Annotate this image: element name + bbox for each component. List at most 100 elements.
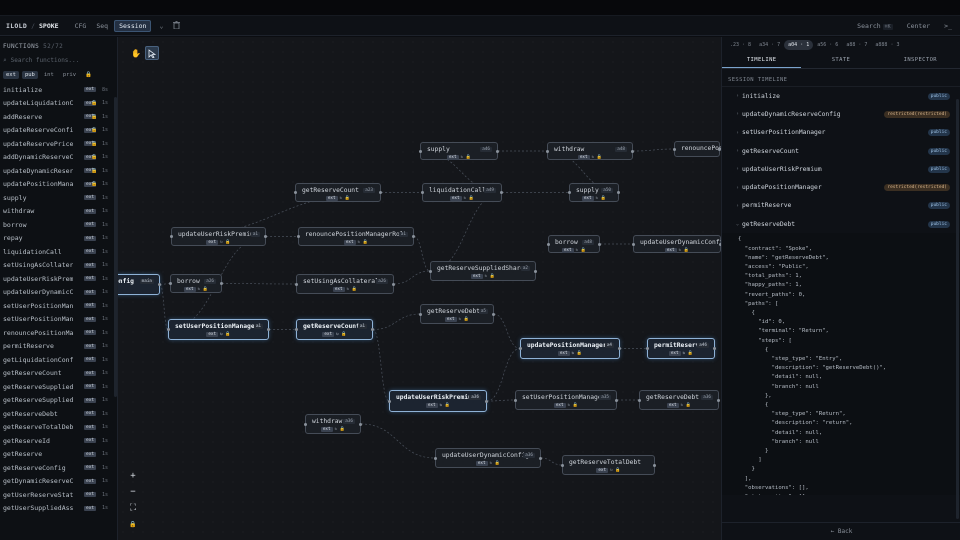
lock-filter-icon[interactable]: 🔒 [82, 71, 95, 79]
breadcrumb-project[interactable]: ILOLD [6, 22, 27, 30]
timeline-item[interactable]: › updateUserRiskPremium public [722, 160, 960, 178]
timeline-item[interactable]: ⌄ getReserveDebt public [722, 215, 960, 233]
function-item[interactable]: setUserPositionManager ext 1s [0, 299, 117, 313]
function-item[interactable]: updateDynamicReserv…ext🔒1s [0, 164, 117, 178]
graph-node[interactable]: updateUserDynamicConfig ext ↻ 🔒 [632, 235, 721, 253]
chevron-right-icon[interactable]: › [736, 111, 739, 117]
chevron-down-icon[interactable]: ⌄ [736, 221, 739, 227]
chevron-right-icon[interactable]: › [736, 185, 739, 191]
function-item[interactable]: setUserPositionManager… ext 1s [0, 313, 117, 327]
cfg-button[interactable]: CFG [71, 20, 91, 32]
function-item[interactable]: getReserveSuppliedShar… ext 1s [0, 394, 117, 408]
terminal-button[interactable]: >_ [944, 22, 952, 30]
function-item[interactable]: addDynamicReserveCo…ext🔒1s [0, 151, 117, 165]
filter-int[interactable]: int [41, 71, 57, 79]
panel-scrollbar[interactable] [956, 99, 959, 519]
session-button[interactable]: Session [114, 19, 152, 32]
call-graph-canvas[interactable]: ✋ + − ⛶ 🔒 supply a46 ext ↻ 🔒 withdraw a48 ext ↻… [118, 37, 721, 540]
timeline-item[interactable]: › getReserveCount public [722, 142, 960, 160]
graph-node[interactable]: borrow a26 ext ↻ 🔒 [169, 274, 223, 293]
timeline-item[interactable]: › updatePositionManager restricted(restric… [722, 178, 960, 196]
function-item[interactable]: getReserveSuppliedAsse… ext 1s [0, 380, 117, 394]
function-item[interactable]: updateReserveConfig ext 🔒 1s [0, 124, 117, 138]
function-item[interactable]: borrow ext 1s [0, 218, 117, 232]
filter-pub[interactable]: pub [21, 71, 38, 79]
function-item[interactable]: updateLiquidationCo…ext🔒1s [0, 97, 117, 111]
timeline-item[interactable]: › initialize public [722, 87, 960, 105]
function-item[interactable]: updatePositionManag…ext🔒1s [0, 178, 117, 192]
function-item[interactable]: permitReserve ext 1s [0, 340, 117, 354]
trash-icon[interactable] [173, 20, 181, 31]
session-tab[interactable]: .23 · 8 [726, 40, 755, 50]
filter-ext[interactable]: ext [3, 71, 19, 79]
graph-node[interactable]: liquidationCall a49 ext ↻ 🔒 [421, 183, 503, 202]
seq-button[interactable]: Seq [92, 20, 112, 32]
function-item[interactable]: getUserReserveStatus ext 1s [0, 488, 117, 502]
lock-view-icon[interactable]: 🔒 [126, 518, 140, 530]
graph-node[interactable]: updateUserRiskPremium a1 ext ↻ 🔒 [170, 227, 267, 246]
select-tool-icon[interactable] [145, 46, 159, 60]
session-tab[interactable]: a56 · 6 [813, 40, 842, 50]
breadcrumb-contract[interactable]: SPOKE [39, 22, 59, 30]
graph-node[interactable]: getReserveSuppliedShares a2 ext ↻ 🔒 [429, 261, 537, 281]
graph-node[interactable]: supply a46 ext ↻ 🔒 [419, 142, 499, 160]
chevron-right-icon[interactable]: › [736, 130, 739, 136]
graph-node[interactable]: getReserveCount a23 ext ↻ 🔒 [294, 183, 382, 202]
function-item[interactable]: updateUserRiskPremi… ext 1s [0, 272, 117, 286]
sidebar-scrollbar[interactable] [114, 97, 117, 397]
graph-node[interactable]: getReserveDebt a5 ext ↻ 🔒 [419, 304, 495, 324]
graph-node[interactable]: setUsingAsCollateral a26 ext ↻ 🔒 [295, 274, 395, 294]
function-item[interactable]: withdraw ext 1s [0, 205, 117, 219]
session-tab[interactable]: a88 · 7 [842, 40, 871, 50]
graph-node[interactable]: getReserveDebt a36 ext ↻ 🔒 [638, 390, 720, 410]
graph-node[interactable]: getReserveCount a1 ext ↻ 🔒 [295, 319, 374, 340]
timeline-item[interactable]: › setUserPositionManager public [722, 124, 960, 142]
function-item[interactable]: liquidationCall ext 1s [0, 245, 117, 259]
chevron-right-icon[interactable]: › [736, 166, 739, 172]
function-item[interactable]: setUsingAsCollateral ext 1s [0, 259, 117, 273]
function-item[interactable]: getLiquidationConfig ext 1s [0, 353, 117, 367]
function-item[interactable]: getReserveConfig ext 1s [0, 461, 117, 475]
function-item[interactable]: getReserveTotalDebt ext 1s [0, 421, 117, 435]
graph-node[interactable]: updatePositionManager a4 ext ↻ 🔒 [519, 338, 621, 359]
filter-priv[interactable]: priv [60, 71, 79, 79]
fit-view-icon[interactable]: ⛶ [126, 502, 140, 514]
chevron-right-icon[interactable]: › [736, 203, 739, 209]
function-item[interactable]: getReserve ext 1s [0, 448, 117, 462]
search-button[interactable]: Search ⌘K [857, 22, 893, 30]
function-item[interactable]: updateReservePriceS…ext🔒1s [0, 137, 117, 151]
function-search-input[interactable]: Search functions... [11, 57, 80, 64]
function-item[interactable]: repay ext 1s [0, 232, 117, 246]
function-item[interactable]: getDynamicReserveConfig ext 1s [0, 475, 117, 489]
session-tab[interactable]: a888 · 3 [871, 40, 903, 50]
graph-node[interactable]: updateUserRiskPremium a36 ext ↻ 🔒 [388, 390, 488, 412]
graph-node[interactable]: updateUserDynamicConfig a36 ext ↻ 🔒 [434, 448, 542, 468]
chevron-down-icon[interactable]: ⌄ [159, 22, 163, 30]
tab-timeline[interactable]: TIMELINE [722, 52, 802, 68]
session-tab[interactable]: a34 · 7 [755, 40, 784, 50]
graph-node[interactable]: getReserveTotalDebt ext ↻ 🔒 [561, 455, 656, 475]
function-item[interactable]: supply ext 1s [0, 191, 117, 205]
graph-node[interactable]: borrow a48 ext ↻ 🔒 [547, 235, 601, 253]
function-search[interactable]: ⌕ Search functions... [3, 55, 114, 66]
chevron-right-icon[interactable]: › [736, 148, 739, 154]
center-button[interactable]: Center [907, 22, 930, 30]
graph-node[interactable]: renouncePos [673, 141, 721, 157]
graph-node[interactable]: withdraw a36 ext ↻ 🔒 [304, 414, 362, 434]
zoom-in-icon[interactable]: + [126, 470, 140, 482]
function-item[interactable]: getReserveId ext 1s [0, 434, 117, 448]
back-button[interactable]: ← Back [722, 522, 960, 540]
function-item[interactable]: getUserSuppliedAssets ext 1s [0, 502, 117, 516]
chevron-right-icon[interactable]: › [736, 93, 739, 99]
function-item[interactable]: renouncePositionManage… ext 1s [0, 326, 117, 340]
graph-node[interactable]: onfig main [118, 274, 161, 295]
graph-node[interactable]: renouncePositionManagerRole a1 ext ↻ 🔒 [297, 227, 415, 246]
graph-node[interactable]: withdraw a48 ext ↻ 🔒 [546, 142, 634, 160]
function-item[interactable]: getReserveCount ext 1s [0, 367, 117, 381]
tab-inspector[interactable]: INSPECTOR [881, 52, 960, 68]
function-item[interactable]: addReserve ext 🔒 1s [0, 110, 117, 124]
graph-node[interactable]: setUserPositionManager a1 ext ↻ 🔒 [167, 319, 270, 340]
graph-node[interactable]: supply a50 ext ↻ 🔒 [568, 183, 620, 202]
timeline-item[interactable]: › permitReserve public [722, 197, 960, 215]
function-item[interactable]: updateUserDynamicCo… ext 1s [0, 286, 117, 300]
